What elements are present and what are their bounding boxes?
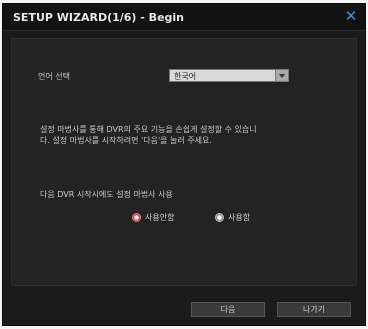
radio-disable-label: 사용안함 <box>145 213 175 222</box>
radio-selected-icon[interactable] <box>132 213 141 222</box>
description-line-2: 다. 설정 마법사를 시작하려면 '다음'을 눌러 주세요. <box>40 136 212 145</box>
language-select[interactable]: 한국어 <box>169 69 289 82</box>
radio-enable-label: 사용함 <box>228 213 251 222</box>
wizard-description: 설정 마법사를 통해 DVR의 주요 기능을 손쉽게 설정할 수 있습니 다. … <box>40 124 340 146</box>
radio-unselected-icon[interactable] <box>215 213 224 222</box>
description-line-1: 설정 마법사를 통해 DVR의 주요 기능을 손쉽게 설정할 수 있습니 <box>40 125 257 134</box>
title-bar: SETUP WIZARD(1/6) - Begin ✕ <box>3 4 365 31</box>
language-select-value: 한국어 <box>174 72 197 81</box>
startup-wizard-label: 다음 DVR 시작시에도 설정 마법사 사용 <box>40 190 173 199</box>
radio-enable-option[interactable]: 사용함 <box>215 212 250 223</box>
language-label: 언어 선택 <box>38 72 70 81</box>
dialog-title: SETUP WIZARD(1/6) - Begin <box>13 11 185 24</box>
exit-button[interactable]: 나가기 <box>277 302 351 317</box>
setup-wizard-dialog: SETUP WIZARD(1/6) - Begin ✕ 언어 선택 한국어 설정… <box>2 3 366 326</box>
next-button[interactable]: 다음 <box>191 302 265 317</box>
radio-disable-option[interactable]: 사용안함 <box>132 212 174 223</box>
close-icon[interactable]: ✕ <box>343 8 359 24</box>
chevron-down-icon[interactable] <box>275 70 288 81</box>
wizard-content-panel: 언어 선택 한국어 설정 마법사를 통해 DVR의 주요 기능을 손쉽게 설정할… <box>11 38 357 286</box>
wizard-window: SETUP WIZARD(1/6) - Begin ✕ 언어 선택 한국어 설정… <box>0 0 368 329</box>
